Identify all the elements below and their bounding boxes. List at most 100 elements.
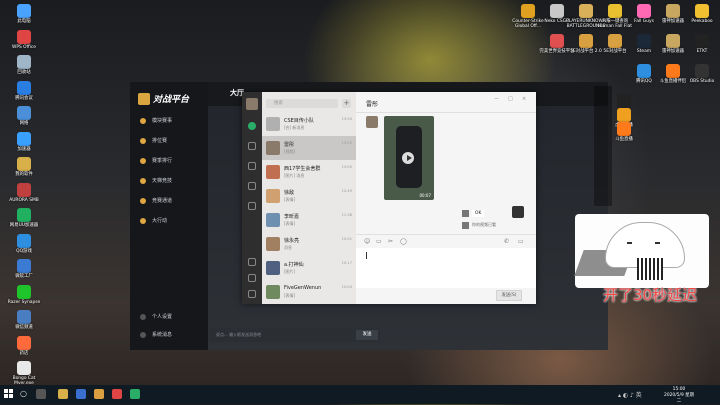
desktop-shortcut[interactable]: WPS Office (4, 29, 44, 50)
chat-icon[interactable] (248, 122, 256, 130)
conversation-item[interactable]: a.打神仙 [图片] 10:17 (262, 256, 356, 280)
app-icon (579, 34, 593, 48)
app-icon (17, 29, 31, 44)
conversation-item[interactable]: 徐永亮 消息 10:51 (262, 232, 356, 256)
sidebar-item-messages[interactable]: 系统消息 (130, 326, 208, 344)
windows-start-icon[interactable] (4, 389, 14, 399)
folder-icon[interactable] (248, 182, 256, 190)
sidebar-item[interactable]: 大行动 (130, 212, 208, 230)
lobby-send-button[interactable]: 发送 (356, 330, 378, 340)
conversation-item[interactable]: 西17学生会舍群 [图片] 消息 13:05 (262, 160, 356, 184)
conversation-item[interactable]: CSE目传小队 [合] 新消息 13:50 (262, 112, 356, 136)
contacts-icon[interactable] (248, 142, 256, 150)
maximize-button[interactable]: □ (508, 96, 513, 102)
desktop-shortcut[interactable]: 腾讯会议 (4, 80, 44, 101)
desktop-shortcut[interactable]: 微软工厂 (4, 259, 44, 279)
conversation-name: CSE目传小队 (284, 118, 314, 124)
minimize-button[interactable]: — (494, 96, 499, 102)
desktop-shortcut[interactable]: Peekaboo (682, 4, 720, 24)
shortcut-label: Razer Synapse (7, 299, 41, 305)
video-call-icon[interactable]: ▭ (518, 238, 524, 245)
conversation-item[interactable]: 徐敌 [表情] 12:49 (262, 184, 356, 208)
desktop-shortcut[interactable]: 微信频道 (4, 310, 44, 330)
app-icon (17, 4, 31, 18)
conversation-item[interactable]: 雷彤 [视频] 13:52 (262, 136, 356, 160)
video-message[interactable]: 00:07 (384, 116, 434, 200)
menu-icon[interactable] (248, 290, 256, 298)
app-icon (695, 34, 709, 48)
wechat-search-input[interactable]: 搜索 (266, 99, 338, 108)
desktop-shortcut[interactable]: AURORA SMB (4, 182, 44, 203)
desktop-shortcut[interactable]: 回收站 (4, 55, 44, 75)
close-button[interactable]: × (522, 96, 526, 102)
app-icon (17, 131, 31, 146)
conversation-time: 13:52 (341, 141, 352, 145)
user-avatar[interactable] (246, 98, 258, 110)
wechat-nav-rail (242, 92, 262, 304)
desktop-shortcut[interactable]: Razer Synapse (4, 284, 44, 305)
message-input[interactable] (356, 248, 536, 288)
browser-icon[interactable] (76, 389, 86, 399)
voice-call-icon[interactable]: ✆ (504, 238, 509, 245)
phone-icon[interactable] (248, 274, 256, 282)
task-view-icon[interactable] (36, 389, 46, 399)
desktop-shortcut[interactable]: 此电脑 (4, 4, 44, 24)
conversation-preview: [表情] (284, 197, 296, 202)
platform-logo: 对战平台 (138, 88, 196, 105)
sidebar-item-settings[interactable]: 个人设置 (130, 308, 208, 326)
favorites-icon[interactable] (248, 162, 256, 170)
app-icon (17, 55, 31, 69)
conversation-preview: [视频] (284, 149, 296, 154)
desktop-shortcut[interactable]: 药店 (4, 335, 44, 356)
message-icon (140, 331, 146, 338)
desktop-shortcut[interactable]: QQ游戏 (4, 233, 44, 254)
desktop-shortcut[interactable]: ETKT (682, 34, 720, 54)
search-icon[interactable]: ○ (20, 389, 27, 398)
conversation-item[interactable]: FiveGenWenun [表情] 10:04 (262, 280, 356, 304)
shortcut-label: 微软工厂 (15, 274, 33, 279)
add-chat-button[interactable]: + (342, 99, 351, 108)
conversation-item[interactable]: 李昕嘉 [表情] 11:38 (262, 208, 356, 232)
sidebar-item[interactable]: 模块赛事 (130, 112, 208, 130)
avatar (266, 213, 280, 227)
moments-icon[interactable] (248, 202, 256, 210)
nav-icon (140, 177, 146, 184)
shortcut-label: 我的软件 (15, 172, 33, 177)
contact-avatar (366, 116, 378, 128)
sidebar-item[interactable]: 赛季排行 (130, 152, 208, 170)
conversation-name: 李昕嘉 (284, 214, 300, 220)
sidebar-item[interactable]: 天梯竞技 (130, 172, 208, 190)
sidebar-item[interactable]: 排位赛 (130, 132, 208, 150)
app-icon (666, 4, 680, 18)
avatar (266, 141, 280, 155)
desktop-shortcut[interactable]: 网易UU加速器 (4, 208, 44, 228)
app-icon (579, 4, 593, 18)
app-icon (550, 4, 564, 18)
chat-history-icon[interactable]: ◯ (400, 238, 407, 245)
lobby-chat-input[interactable]: 说点... 输入框发送消息吧 (210, 328, 380, 342)
desktop-shortcut[interactable]: OBS Studio (682, 64, 720, 84)
app-icon (17, 106, 31, 120)
file-icon[interactable]: ▭ (376, 238, 382, 245)
video-duration: 00:07 (419, 193, 431, 198)
desktop-shortcut[interactable]: 网络 (4, 106, 44, 126)
desktop-shortcut[interactable]: 加速器 (4, 131, 44, 152)
desktop-shortcut[interactable]: 我的软件 (4, 157, 44, 177)
avatar (266, 237, 280, 251)
conversation-name: 雷彤 (284, 142, 295, 148)
screenshot-icon[interactable]: ✂ (388, 238, 393, 245)
file-explorer-icon[interactable] (58, 389, 68, 399)
emoji-icon[interactable]: ☺ (364, 238, 370, 245)
send-button[interactable]: 发送(S) (496, 290, 522, 301)
sidebar-item[interactable]: 竞赛通道 (130, 192, 208, 210)
app-icon (17, 310, 31, 324)
desktop-shortcut[interactable]: Bongo Cat Mver.exe (4, 361, 44, 386)
clock[interactable]: 15:00 2020/5/9 星期二 (662, 387, 696, 405)
wps-taskbar-icon[interactable] (112, 389, 122, 399)
conversation-name: a.打神仙 (284, 262, 304, 268)
shortcut-label: AURORA SMB (9, 197, 39, 203)
platform-taskbar-icon[interactable] (94, 389, 104, 399)
mini-program-icon[interactable] (248, 258, 256, 266)
system-tray[interactable]: ▴ ◐ ♪ 英 (618, 390, 642, 399)
wechat-taskbar-icon[interactable] (130, 389, 140, 399)
